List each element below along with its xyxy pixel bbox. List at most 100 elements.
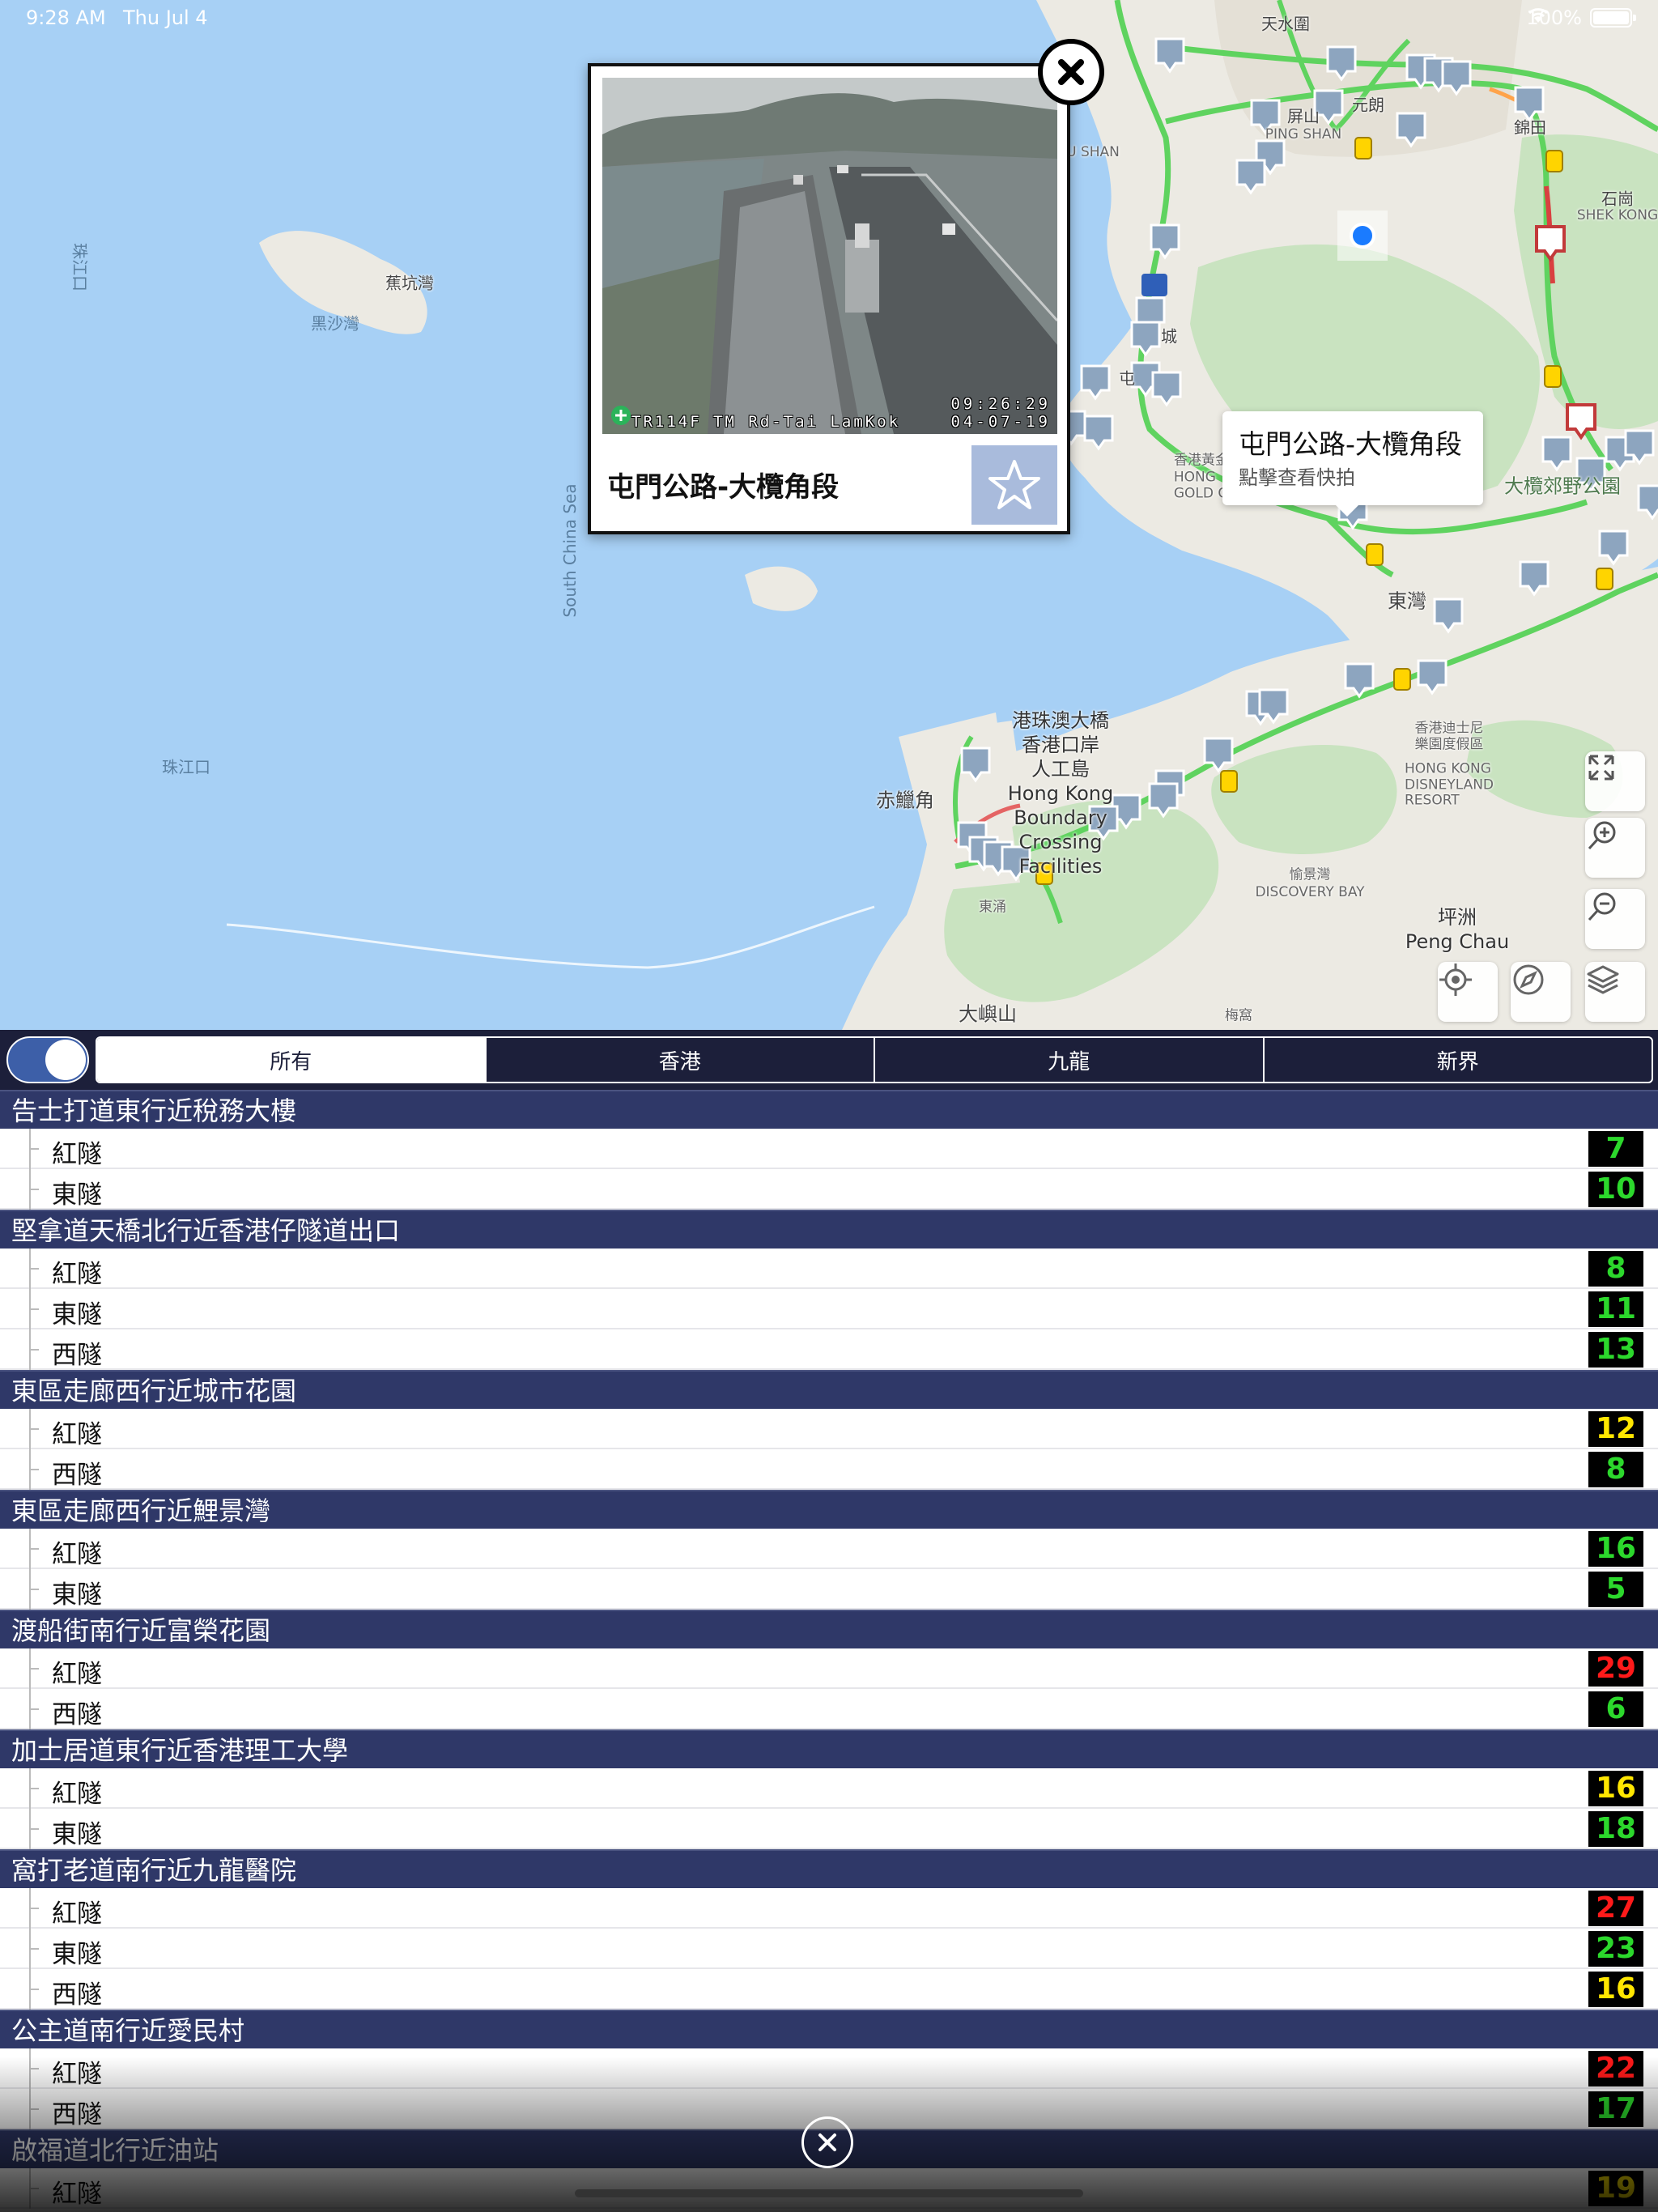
route-row[interactable]: 西隧 13 [0, 1329, 1658, 1370]
tree-connector [29, 1689, 45, 1729]
crosshair-icon [1439, 963, 1472, 996]
map-label: DISCOVERY BAY [1255, 884, 1365, 900]
tree-connector [29, 1129, 45, 1169]
snapshot-camera-id: TR114F TM Rd-Tai LamKok [631, 413, 901, 431]
zoom-out-icon [1588, 892, 1616, 921]
route-row[interactable]: 西隧 16 [0, 1969, 1658, 2010]
tunnel-name: 東隧 [52, 1580, 102, 1610]
battery-icon [1590, 8, 1636, 28]
map-label: 港珠澳大橋 香港口岸 人工島 Hong Kong Boundary Crossi… [1007, 709, 1114, 878]
home-indicator [575, 2189, 1083, 2197]
camera-callout[interactable]: 屯門公路-大欖角段 點擊查看快拍 [1222, 411, 1483, 517]
route-row[interactable]: 東隧 23 [0, 1929, 1658, 1969]
journey-time-value: 22 [1588, 2051, 1643, 2087]
tree-connector [29, 1409, 45, 1449]
tree-connector [29, 1648, 45, 1689]
tree-connector [29, 1289, 45, 1329]
route-row[interactable]: 紅隧 12 [0, 1409, 1658, 1449]
region-tabs: 所有 香港 九龍 新界 [96, 1036, 1653, 1083]
journey-time-list[interactable]: 告士打道東行近稅務大樓 紅隧 7 東隧 10 堅拿道天橋北行近香港仔隧道出口 紅隧 8 東隧 11… [0, 1090, 1658, 2212]
status-time: 9:28 AM [26, 6, 106, 29]
tunnel-name: 東隧 [52, 1180, 102, 1210]
map-label: 香港黃金 [1174, 452, 1229, 469]
route-row[interactable]: 紅隧 27 [0, 1888, 1658, 1929]
tab-new-territories[interactable]: 新界 [1262, 1038, 1652, 1082]
status-date: Thu Jul 4 [123, 6, 208, 29]
route-row[interactable]: 東隧 11 [0, 1289, 1658, 1329]
tab-all[interactable]: 所有 [97, 1038, 485, 1082]
route-row[interactable]: 東隧 18 [0, 1809, 1658, 1849]
route-row[interactable]: 東隧 5 [0, 1569, 1658, 1610]
journey-time-value: 16 [1588, 1531, 1643, 1567]
camera-popup: 09:26:29 04-07-19 TR114F TM Rd-Tai LamKo… [588, 63, 1070, 534]
location-header: 公主道南行近愛民村 [0, 2010, 1658, 2048]
journey-time-value: 5 [1588, 1572, 1643, 1607]
tab-kowloon[interactable]: 九龍 [874, 1038, 1263, 1082]
close-icon [818, 2133, 836, 2151]
location-header: 東區走廊西行近城市花園 [0, 1370, 1658, 1409]
map-label: 大欖郊野公園 [1504, 474, 1621, 498]
location-header: 加士居道東行近香港理工大學 [0, 1729, 1658, 1768]
route-row[interactable]: 西隧 6 [0, 1689, 1658, 1729]
layers-button[interactable] [1585, 962, 1645, 1022]
route-row[interactable]: 東隧 10 [0, 1169, 1658, 1210]
tab-hong-kong[interactable]: 香港 [484, 1038, 874, 1082]
journey-time-value: 13 [1588, 1332, 1643, 1368]
map-label: 愉景灣 [1289, 866, 1331, 883]
callout-subtitle: 點擊查看快拍 [1239, 466, 1355, 489]
journey-time-value: 29 [1588, 1651, 1643, 1687]
logo-icon [611, 406, 631, 425]
tree-connector [29, 1768, 45, 1809]
journey-time-value: 8 [1588, 1452, 1643, 1487]
tunnel-name: 紅隧 [52, 1660, 102, 1689]
tunnel-name: 紅隧 [52, 1540, 102, 1569]
locate-me-button[interactable] [1438, 962, 1498, 1022]
close-popup-button[interactable] [1038, 39, 1104, 105]
close-list-button[interactable] [801, 2116, 853, 2168]
route-row[interactable]: 紅隧 16 [0, 1768, 1658, 1809]
expand-icon [1588, 755, 1614, 781]
map-label: 珠江口 [162, 757, 210, 777]
location-header: 告士打道東行近稅務大樓 [0, 1090, 1658, 1129]
map-label: 屯 [1119, 368, 1135, 389]
journey-time-value: 11 [1588, 1291, 1643, 1327]
route-row[interactable]: 西隧 8 [0, 1449, 1658, 1490]
tunnel-name: 東隧 [52, 1300, 102, 1329]
tree-connector [29, 1529, 45, 1569]
location-header: 窩打老道南行近九龍醫院 [0, 1849, 1658, 1888]
tunnel-name: 西隧 [52, 1700, 102, 1729]
route-row[interactable]: 紅隧 29 [0, 1648, 1658, 1689]
fullscreen-button[interactable] [1585, 751, 1645, 811]
map-label: 東涌 [979, 899, 1006, 916]
compass-button[interactable] [1511, 962, 1571, 1022]
zoom-in-button[interactable] [1585, 818, 1645, 878]
close-icon [1058, 59, 1084, 85]
region-filter-bar: 所有 香港 九龍 新界 [0, 1030, 1658, 1090]
tunnel-name: 紅隧 [52, 1780, 102, 1809]
favorite-button[interactable] [971, 445, 1057, 525]
zoom-out-button[interactable] [1585, 889, 1645, 949]
tunnel-name: 西隧 [52, 1341, 102, 1370]
route-row[interactable]: 紅隧 22 [0, 2048, 1658, 2089]
route-row[interactable]: 紅隧 19 [0, 2168, 1658, 2209]
route-row[interactable]: 紅隧 7 [0, 1129, 1658, 1169]
route-row[interactable]: 紅隧 16 [0, 1529, 1658, 1569]
zoom-in-icon [1588, 821, 1616, 850]
status-bar: 9:28 AM Thu Jul 4 100% [0, 0, 1658, 37]
journey-time-value: 17 [1588, 2091, 1643, 2127]
tunnel-name: 東隧 [52, 1940, 102, 1969]
snapshot-date: 04-07-19 [950, 413, 1051, 431]
tree-connector [29, 1809, 45, 1849]
map-label: 赤鱲角 [876, 789, 934, 812]
view-toggle[interactable] [6, 1036, 89, 1083]
route-row[interactable]: 紅隧 8 [0, 1249, 1658, 1289]
camera-snapshot[interactable]: 09:26:29 04-07-19 TR114F TM Rd-Tai LamKo… [602, 78, 1057, 434]
map-label: 錦田 [1514, 117, 1546, 138]
journey-time-value: 19 [1588, 2171, 1643, 2206]
tunnel-name: 東隧 [52, 1820, 102, 1849]
map-label: 蕉坑灣 [385, 273, 434, 293]
layers-icon [1587, 965, 1619, 994]
tunnel-name: 西隧 [52, 1461, 102, 1490]
journey-time-value: 12 [1588, 1411, 1643, 1447]
map-label: 屏山 [1287, 106, 1320, 126]
